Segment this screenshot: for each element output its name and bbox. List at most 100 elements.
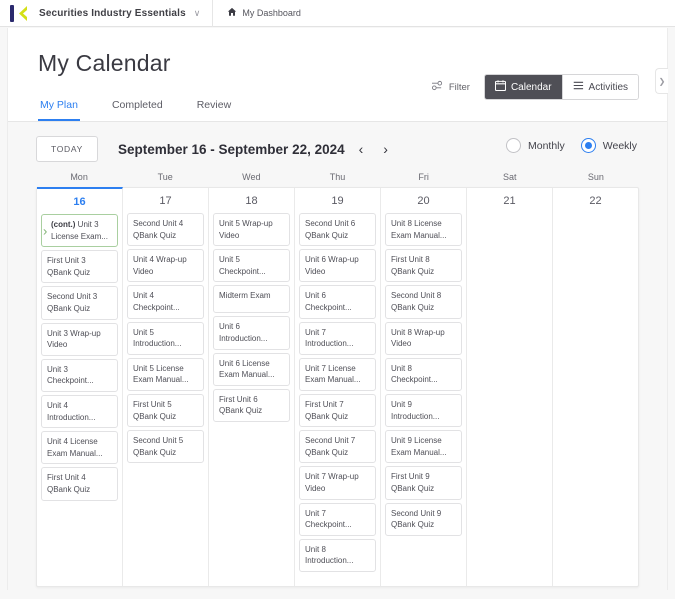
today-button[interactable]: TODAY xyxy=(36,136,98,162)
calendar-event[interactable]: Unit 3 Checkpoint... xyxy=(41,358,118,392)
event-title: Second Unit 8 QBank Quiz xyxy=(391,291,442,312)
calendar-area: TODAY September 16 - September 22, 2024 … xyxy=(8,122,667,599)
logo-bar-icon xyxy=(10,4,14,22)
calendar-event[interactable]: Second Unit 6 QBank Quiz xyxy=(299,213,376,247)
day-column-wed: 18 Unit 5 Wrap-up Video Unit 5 Checkpoint.… xyxy=(209,188,295,586)
my-dashboard-label: My Dashboard xyxy=(242,8,301,18)
calendar-event[interactable]: First Unit 7 QBank Quiz xyxy=(299,393,376,428)
dow-label-sat: Sat xyxy=(503,172,517,182)
calendar-event[interactable]: Unit 5 Introduction... xyxy=(127,321,204,355)
page-title: My Calendar xyxy=(38,50,171,76)
calendar-event[interactable]: Second Unit 9 QBank Quiz xyxy=(385,502,462,536)
tab-review-label: Review xyxy=(196,99,232,111)
calendar-event[interactable]: Unit 6 Wrap-up Video xyxy=(299,249,376,283)
event-title: First Unit 9 QBank Quiz xyxy=(391,472,435,493)
activities-view-button[interactable]: Activities xyxy=(561,75,638,99)
date-number: 22 xyxy=(589,195,602,207)
calendar-event[interactable]: Unit 4 Checkpoint... xyxy=(127,285,204,319)
calendar-event[interactable]: First Unit 8 QBank Quiz xyxy=(385,249,462,283)
calendar-event[interactable]: Unit 8 License Exam Manual... xyxy=(385,213,462,247)
calendar-event[interactable]: Unit 4 Wrap-up Video xyxy=(127,249,204,283)
event-title: Unit 7 Introduction... xyxy=(305,327,354,349)
calendar-event[interactable]: Unit 8 Wrap-up Video xyxy=(385,321,462,355)
filter-icon xyxy=(431,80,444,94)
logo-k-icon xyxy=(15,5,28,22)
event-title: Unit 6 Checkpoint... xyxy=(305,291,352,312)
calendar-event[interactable]: Second Unit 5 QBank Quiz xyxy=(127,430,204,464)
app-logo[interactable]: Securities Industry Essentials ∨ xyxy=(0,4,201,22)
date-range-label: September 16 - September 22, 2024 xyxy=(118,141,345,157)
calendar-event[interactable]: Unit 5 License Exam Manual... xyxy=(127,357,204,391)
event-title: Unit 5 Checkpoint... xyxy=(219,255,266,276)
dow-label-thu: Thu xyxy=(329,172,346,182)
calendar-event[interactable]: Unit 9 Introduction... xyxy=(385,393,462,428)
calendar-event[interactable]: Unit 8 Checkpoint... xyxy=(385,357,462,391)
radio-monthly-label: Monthly xyxy=(528,139,565,152)
dow-label-sun: Sun xyxy=(587,172,604,182)
calendar-event[interactable]: First Unit 3 QBank Quiz xyxy=(41,250,118,284)
event-title: Unit 6 Introduction... xyxy=(219,322,268,343)
tab-completed-label: Completed xyxy=(111,99,163,111)
previous-week-button[interactable]: ‹ xyxy=(359,142,364,156)
date-number: 18 xyxy=(245,195,258,207)
calendar-event[interactable]: Second Unit 7 QBank Quiz xyxy=(299,430,376,464)
event-title: Unit 4 Checkpoint... xyxy=(133,291,180,312)
event-title: Unit 5 Wrap-up Video xyxy=(219,219,273,240)
chevron-down-icon[interactable]: ∨ xyxy=(194,8,201,18)
tab-review[interactable]: Review xyxy=(195,93,233,121)
calendar-event[interactable]: First Unit 5 QBank Quiz xyxy=(127,393,204,428)
calendar-event[interactable]: Unit 4 License Exam Manual... xyxy=(41,431,118,465)
event-title: Second Unit 4 QBank Quiz xyxy=(133,219,184,240)
calendar-event[interactable]: Unit 7 Wrap-up Video xyxy=(299,466,376,500)
calendar-event[interactable]: First Unit 6 QBank Quiz xyxy=(213,388,290,422)
calendar-event[interactable]: First Unit 9 QBank Quiz xyxy=(385,466,462,500)
calendar-event[interactable]: Midterm Exam xyxy=(213,285,290,314)
topbar-divider xyxy=(212,0,214,27)
calendar-event[interactable]: Second Unit 4 QBank Quiz xyxy=(127,213,204,247)
date-number: 19 xyxy=(331,195,344,207)
tab-my-plan[interactable]: My Plan xyxy=(38,93,80,121)
calendar-event[interactable]: First Unit 4 QBank Quiz xyxy=(41,467,118,501)
page-card: ❯ My Calendar Filter Calendar Activities… xyxy=(7,28,668,599)
app-topbar: Securities Industry Essentials ∨ My Dash… xyxy=(0,0,675,27)
calendar-event[interactable]: Unit 9 License Exam Manual... xyxy=(385,430,462,464)
dow-label-mon: Mon xyxy=(70,172,88,182)
dow-label-wed: Wed xyxy=(242,172,261,182)
calendar-event[interactable]: Unit 7 License Exam Manual... xyxy=(299,357,376,391)
event-title: Unit 4 Introduction... xyxy=(47,400,96,422)
calendar-event[interactable]: Unit 6 Checkpoint... xyxy=(299,285,376,319)
my-dashboard-link[interactable]: My Dashboard xyxy=(227,7,301,20)
event-title: Unit 3 Wrap-up Video xyxy=(47,328,101,350)
day-column-fri: 20 Unit 8 License Exam Manual... First Uni… xyxy=(381,188,467,586)
view-period-radios: Monthly Weekly xyxy=(506,138,637,153)
calendar-event[interactable]: Unit 8 Introduction... xyxy=(299,538,376,572)
radio-weekly[interactable]: Weekly xyxy=(580,138,637,153)
calendar-event[interactable]: › (cont.) Unit 3 License Exam... xyxy=(41,214,118,248)
event-title: Unit 4 Wrap-up Video xyxy=(133,255,187,276)
radio-monthly[interactable]: Monthly xyxy=(506,138,565,153)
calendar-event[interactable]: Unit 4 Introduction... xyxy=(41,394,118,429)
tab-completed[interactable]: Completed xyxy=(110,93,165,121)
event-prefix: (cont.) xyxy=(51,220,76,229)
list-icon xyxy=(573,80,584,94)
header-tools: Filter Calendar Activities xyxy=(431,74,639,100)
filter-button[interactable]: Filter xyxy=(431,80,470,94)
calendar-event[interactable]: Unit 3 Wrap-up Video xyxy=(41,322,118,356)
calendar-event[interactable]: Second Unit 8 QBank Quiz xyxy=(385,285,462,319)
event-title: Unit 6 Wrap-up Video xyxy=(305,255,359,276)
date-number: 21 xyxy=(503,195,516,207)
calendar-event[interactable]: Unit 7 Introduction... xyxy=(299,321,376,355)
event-title: Second Unit 9 QBank Quiz xyxy=(391,508,442,530)
calendar-event[interactable]: Unit 5 Wrap-up Video xyxy=(213,213,290,247)
event-title: Unit 7 Wrap-up Video xyxy=(305,472,359,493)
next-week-button[interactable]: › xyxy=(383,142,388,156)
event-title: Second Unit 5 QBank Quiz xyxy=(133,436,184,457)
calendar-event[interactable]: Unit 6 Introduction... xyxy=(213,316,290,350)
calendar-view-button[interactable]: Calendar xyxy=(484,75,562,99)
calendar-event[interactable]: Unit 7 Checkpoint... xyxy=(299,502,376,536)
event-title: First Unit 5 QBank Quiz xyxy=(133,399,177,421)
calendar-event[interactable]: Second Unit 3 QBank Quiz xyxy=(41,286,118,320)
calendar-event[interactable]: Unit 5 Checkpoint... xyxy=(213,249,290,283)
calendar-event[interactable]: Unit 6 License Exam Manual... xyxy=(213,352,290,386)
calendar-grid: 16 › (cont.) Unit 3 License Exam... First U… xyxy=(36,187,639,587)
